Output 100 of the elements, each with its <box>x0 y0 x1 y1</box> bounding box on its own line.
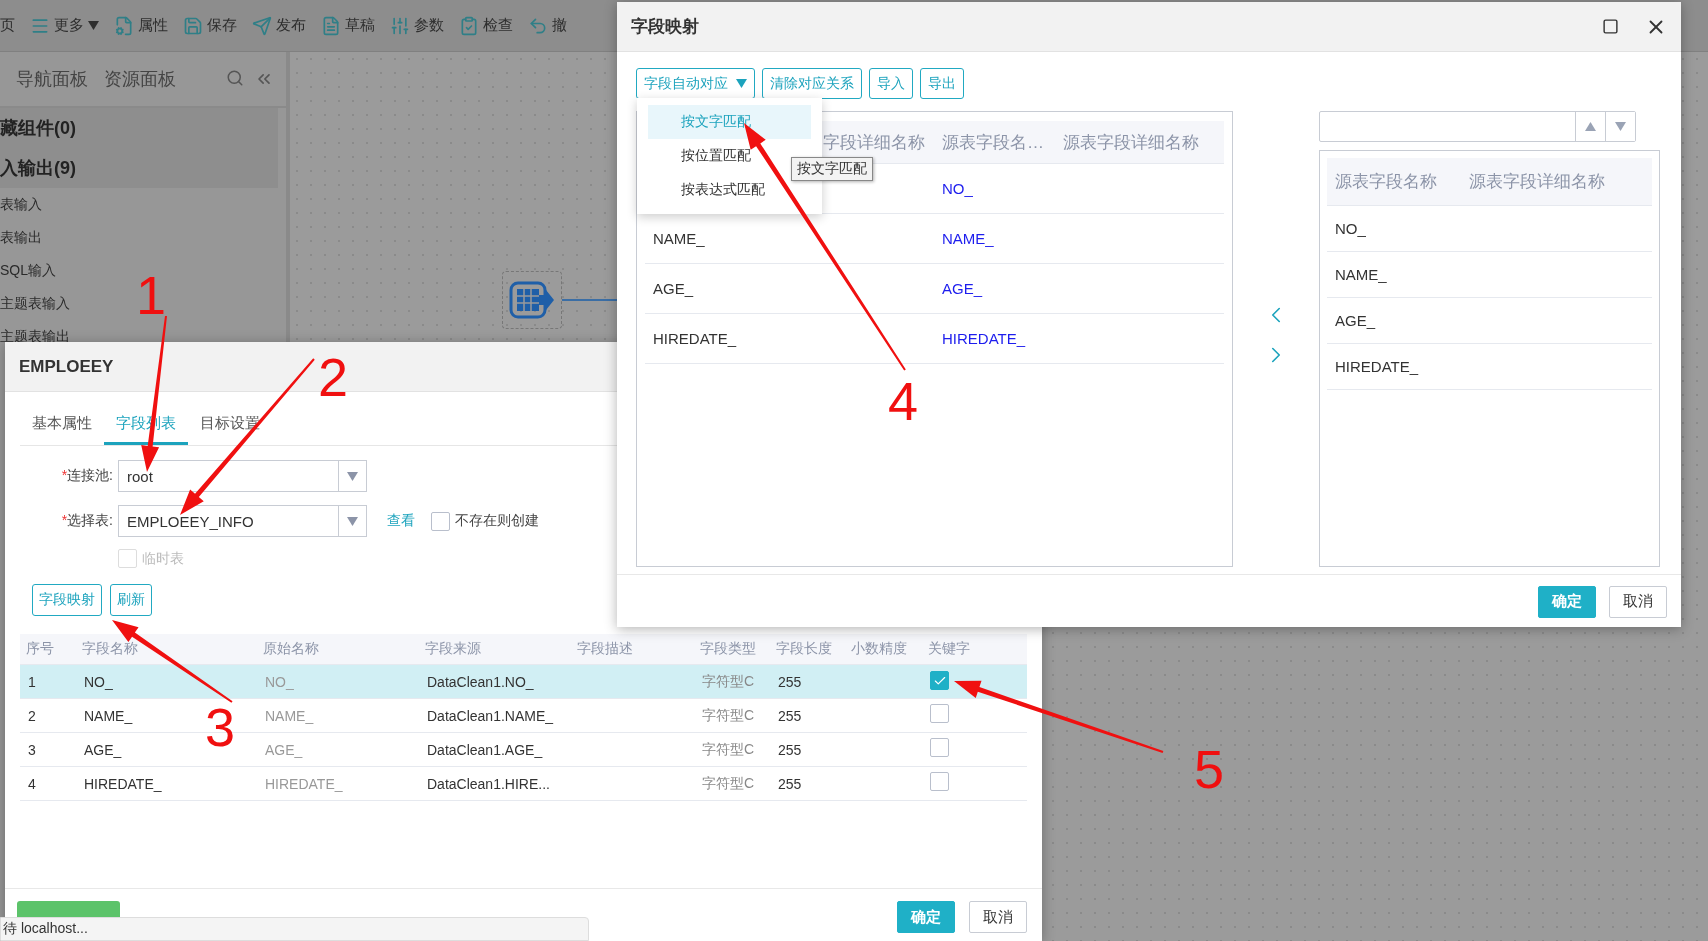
column-header: 源表字段名称 <box>1334 171 1438 193</box>
paper-plane-icon[interactable] <box>252 15 272 36</box>
caret-icon <box>347 516 358 526</box>
dialog-title: EMPLOEEY <box>19 356 114 377</box>
column-header: 字段类型 <box>699 640 757 658</box>
dialog-title: 字段映射 <box>631 16 699 38</box>
dialog-button[interactable]: 确定 <box>897 901 955 933</box>
table-cell-text: HIREDATE_ <box>264 775 344 792</box>
action-button[interactable]: 字段映射 <box>32 584 102 616</box>
component-item[interactable]: 主题表输入 <box>0 287 70 320</box>
table-cell-text: NAME_ <box>941 230 995 247</box>
caret-icon <box>88 21 99 30</box>
column-header: 字段长度 <box>775 640 833 658</box>
view-link[interactable]: 查看 <box>387 512 415 530</box>
checkbox[interactable] <box>930 704 949 723</box>
panel-tab[interactable]: 资源面板 <box>104 67 176 91</box>
table-cell-text: 字符型C <box>701 740 756 759</box>
column-header: 字段描述 <box>576 640 634 658</box>
annotation-number: 2 <box>318 350 349 404</box>
clipboard-icon[interactable] <box>459 15 479 36</box>
table-cell-text: 1 <box>27 673 37 690</box>
dialog-button[interactable]: 取消 <box>1609 585 1667 618</box>
checkbox-label: 不存在则创建 <box>455 512 539 530</box>
toolbar-label[interactable]: 草稿 <box>345 16 375 35</box>
toolbar-label[interactable]: 保存 <box>207 16 237 35</box>
toolbar-label[interactable]: 属性 <box>138 16 168 35</box>
search-icon[interactable] <box>226 69 244 87</box>
checkbox[interactable] <box>930 671 949 691</box>
table-cell-text: NO_ <box>264 673 295 690</box>
panel-tab[interactable]: 导航面板 <box>16 67 88 91</box>
column-header: 关键字 <box>927 640 971 658</box>
document-icon[interactable] <box>321 15 341 36</box>
table-cell-text: 2 <box>27 707 37 724</box>
column-header: 字段名称 <box>81 640 139 658</box>
table-cell-text: NAME_ <box>264 707 315 724</box>
group-header[interactable]: 藏组件(0) <box>0 108 278 148</box>
column-header: 序号 <box>25 640 55 658</box>
dialog-button[interactable]: 取消 <box>969 901 1027 933</box>
action-button[interactable] <box>17 901 120 917</box>
dialog-button[interactable]: 确定 <box>1538 585 1596 618</box>
checkbox[interactable] <box>930 772 949 791</box>
field-label: *选择表: <box>60 512 113 530</box>
table-cell-text: NAME_ <box>1334 266 1388 283</box>
status-bar: 待 localhost... <box>0 917 589 941</box>
save-icon[interactable] <box>183 15 203 36</box>
dialog-tab[interactable]: 基本属性 <box>20 405 104 445</box>
table-cell-text: 字符型C <box>701 774 756 793</box>
annotation-number: 5 <box>1194 742 1225 796</box>
table-cell-text: AGE_ <box>1334 312 1377 329</box>
caret-icon <box>347 471 358 481</box>
column-header: 原始名称 <box>262 640 320 658</box>
sliders-icon[interactable] <box>390 15 410 36</box>
component-item[interactable]: SQL输入 <box>0 254 56 287</box>
toolbar-label[interactable]: 撤 <box>552 16 567 35</box>
component-item[interactable]: 表输出 <box>0 221 42 254</box>
column-header: 源表字段详细名称 <box>1062 131 1200 154</box>
table-cell-text: 255 <box>777 673 803 690</box>
toolbar-label[interactable]: 更多 <box>54 16 84 35</box>
group-header[interactable]: 入输出(9) <box>0 148 278 188</box>
component-item[interactable]: 表输入 <box>0 188 42 221</box>
table-cell-text: AGE_ <box>652 280 695 297</box>
table-cell-text: HIREDATE_ <box>941 330 1027 347</box>
table-cell-text: DataClean1.NO_ <box>426 673 535 690</box>
tooltip: 按文字匹配 <box>791 157 873 181</box>
toolbar-button[interactable]: 清除对应关系 <box>762 68 862 99</box>
down-arrow-icon[interactable] <box>1615 122 1626 131</box>
maximize-icon[interactable] <box>1602 18 1619 35</box>
checkbox[interactable] <box>930 738 949 757</box>
toolbar-label[interactable]: 发布 <box>276 16 306 35</box>
table-cell-text: AGE_ <box>264 741 304 758</box>
table-cell-text: HIREDATE_ <box>1334 358 1420 375</box>
undo-icon[interactable] <box>528 15 548 36</box>
dropdown-button[interactable]: 字段自动对应 <box>636 68 755 99</box>
toolbar-label[interactable]: 参数 <box>414 16 444 35</box>
table-cell-text: DataClean1.NAME_ <box>426 707 555 724</box>
document-gear-icon[interactable] <box>114 15 134 36</box>
toolbar-label[interactable]: 检查 <box>483 16 513 35</box>
checkbox[interactable] <box>431 511 450 531</box>
table-cell-text: AGE_ <box>941 280 984 297</box>
column-header: 源表字段名… <box>941 131 1045 154</box>
table-node[interactable] <box>502 271 562 329</box>
toolbar-label[interactable]: 页 <box>0 16 15 35</box>
table-cell-text: NO_ <box>1334 220 1367 237</box>
toolbar-button[interactable]: 导出 <box>920 68 964 99</box>
action-button[interactable]: 刷新 <box>110 584 152 616</box>
search-field[interactable] <box>1319 111 1636 142</box>
table-row[interactable]: 1 NO_ NO_ DataClean1.NO_ 字符型C 255 <box>20 665 1027 699</box>
table-cell-text: NO_ <box>83 673 114 690</box>
toolbar-button[interactable]: 导入 <box>869 68 913 99</box>
column-header: 源表字段详细名称 <box>1468 171 1606 193</box>
table-cell-text: AGE_ <box>83 741 123 758</box>
table-export-icon <box>509 280 555 320</box>
up-arrow-icon[interactable] <box>1585 122 1596 131</box>
table-cell-text: 4 <box>27 775 37 792</box>
table-cell-text: 255 <box>777 775 803 792</box>
caret-icon <box>736 79 747 88</box>
table-cell-text: 3 <box>27 741 37 758</box>
table-cell-text: NAME_ <box>83 707 134 724</box>
table-cell-text: 字符型C <box>701 672 756 691</box>
menu-item[interactable]: 按文字匹配 <box>648 105 811 139</box>
